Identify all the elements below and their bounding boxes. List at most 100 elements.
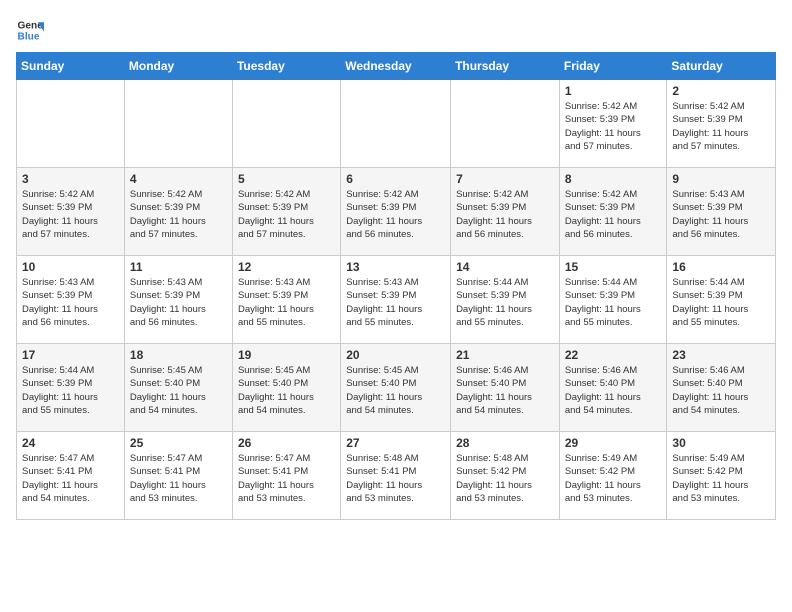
calendar-cell (232, 80, 340, 168)
day-header-monday: Monday (124, 53, 232, 80)
day-info: Sunrise: 5:42 AM Sunset: 5:39 PM Dayligh… (672, 100, 770, 153)
day-info: Sunrise: 5:48 AM Sunset: 5:41 PM Dayligh… (346, 452, 445, 505)
calendar-cell: 21 Sunrise: 5:46 AM Sunset: 5:40 PM Dayli… (451, 344, 560, 432)
day-number: 24 (22, 436, 119, 450)
calendar-cell: 1 Sunrise: 5:42 AM Sunset: 5:39 PM Daylig… (559, 80, 667, 168)
day-info: Sunrise: 5:44 AM Sunset: 5:39 PM Dayligh… (672, 276, 770, 329)
day-number: 14 (456, 260, 554, 274)
day-number: 20 (346, 348, 445, 362)
calendar-cell: 17 Sunrise: 5:44 AM Sunset: 5:39 PM Dayli… (17, 344, 125, 432)
calendar-cell: 9 Sunrise: 5:43 AM Sunset: 5:39 PM Daylig… (667, 168, 776, 256)
calendar-cell: 26 Sunrise: 5:47 AM Sunset: 5:41 PM Dayli… (232, 432, 340, 520)
day-number: 7 (456, 172, 554, 186)
logo-icon: General Blue (16, 16, 44, 44)
calendar-cell: 22Sunrise: 5:46 AM Sunset: 5:40 PM Dayli… (559, 344, 667, 432)
calendar-cell (341, 80, 451, 168)
day-number: 5 (238, 172, 335, 186)
day-info: Sunrise: 5:49 AM Sunset: 5:42 PM Dayligh… (672, 452, 770, 505)
calendar-cell: 28 Sunrise: 5:48 AM Sunset: 5:42 PM Dayli… (451, 432, 560, 520)
day-info: Sunrise: 5:49 AM Sunset: 5:42 PM Dayligh… (565, 452, 662, 505)
calendar-cell: 18Sunrise: 5:45 AM Sunset: 5:40 PM Dayli… (124, 344, 232, 432)
day-number: 26 (238, 436, 335, 450)
calendar-cell: 10 Sunrise: 5:43 AM Sunset: 5:39 PM Dayli… (17, 256, 125, 344)
day-info: Sunrise: 5:43 AM Sunset: 5:39 PM Dayligh… (130, 276, 227, 329)
day-header-wednesday: Wednesday (341, 53, 451, 80)
day-info: Sunrise: 5:42 AM Sunset: 5:39 PM Dayligh… (346, 188, 445, 241)
calendar-cell: 8Sunrise: 5:42 AM Sunset: 5:39 PM Daylig… (559, 168, 667, 256)
day-number: 18 (130, 348, 227, 362)
day-header-sunday: Sunday (17, 53, 125, 80)
day-info: Sunrise: 5:42 AM Sunset: 5:39 PM Dayligh… (238, 188, 335, 241)
day-info: Sunrise: 5:46 AM Sunset: 5:40 PM Dayligh… (672, 364, 770, 417)
logo: General Blue (16, 16, 44, 44)
calendar-cell (124, 80, 232, 168)
calendar-cell: 27 Sunrise: 5:48 AM Sunset: 5:41 PM Dayli… (341, 432, 451, 520)
day-header-saturday: Saturday (667, 53, 776, 80)
day-number: 1 (565, 84, 662, 98)
calendar-cell: 12 Sunrise: 5:43 AM Sunset: 5:39 PM Dayli… (232, 256, 340, 344)
calendar-table: SundayMondayTuesdayWednesdayThursdayFrid… (16, 52, 776, 520)
day-info: Sunrise: 5:42 AM Sunset: 5:39 PM Dayligh… (130, 188, 227, 241)
day-number: 9 (672, 172, 770, 186)
calendar-cell: 23Sunrise: 5:46 AM Sunset: 5:40 PM Dayli… (667, 344, 776, 432)
day-info: Sunrise: 5:47 AM Sunset: 5:41 PM Dayligh… (238, 452, 335, 505)
calendar-cell (451, 80, 560, 168)
day-header-tuesday: Tuesday (232, 53, 340, 80)
calendar-cell: 2 Sunrise: 5:42 AM Sunset: 5:39 PM Daylig… (667, 80, 776, 168)
calendar-cell: 19 Sunrise: 5:45 AM Sunset: 5:40 PM Dayli… (232, 344, 340, 432)
day-info: Sunrise: 5:46 AM Sunset: 5:40 PM Dayligh… (565, 364, 662, 417)
day-number: 3 (22, 172, 119, 186)
day-info: Sunrise: 5:42 AM Sunset: 5:39 PM Dayligh… (456, 188, 554, 241)
day-info: Sunrise: 5:44 AM Sunset: 5:39 PM Dayligh… (22, 364, 119, 417)
day-number: 25 (130, 436, 227, 450)
day-number: 2 (672, 84, 770, 98)
calendar-week-4: 17 Sunrise: 5:44 AM Sunset: 5:39 PM Dayli… (17, 344, 776, 432)
day-number: 21 (456, 348, 554, 362)
calendar-cell: 7 Sunrise: 5:42 AM Sunset: 5:39 PM Daylig… (451, 168, 560, 256)
calendar-cell (17, 80, 125, 168)
day-info: Sunrise: 5:45 AM Sunset: 5:40 PM Dayligh… (238, 364, 335, 417)
day-number: 12 (238, 260, 335, 274)
day-info: Sunrise: 5:44 AM Sunset: 5:39 PM Dayligh… (565, 276, 662, 329)
calendar-cell: 5 Sunrise: 5:42 AM Sunset: 5:39 PM Daylig… (232, 168, 340, 256)
day-info: Sunrise: 5:43 AM Sunset: 5:39 PM Dayligh… (346, 276, 445, 329)
day-info: Sunrise: 5:47 AM Sunset: 5:41 PM Dayligh… (130, 452, 227, 505)
day-info: Sunrise: 5:45 AM Sunset: 5:40 PM Dayligh… (346, 364, 445, 417)
day-info: Sunrise: 5:43 AM Sunset: 5:39 PM Dayligh… (238, 276, 335, 329)
calendar-cell: 15 Sunrise: 5:44 AM Sunset: 5:39 PM Dayli… (559, 256, 667, 344)
day-number: 6 (346, 172, 445, 186)
calendar-cell: 20 Sunrise: 5:45 AM Sunset: 5:40 PM Dayli… (341, 344, 451, 432)
calendar-cell: 25 Sunrise: 5:47 AM Sunset: 5:41 PM Dayli… (124, 432, 232, 520)
calendar-cell: 11 Sunrise: 5:43 AM Sunset: 5:39 PM Dayli… (124, 256, 232, 344)
day-number: 10 (22, 260, 119, 274)
page-header: General Blue (16, 16, 776, 44)
day-info: Sunrise: 5:46 AM Sunset: 5:40 PM Dayligh… (456, 364, 554, 417)
day-info: Sunrise: 5:43 AM Sunset: 5:39 PM Dayligh… (22, 276, 119, 329)
svg-text:Blue: Blue (18, 31, 40, 42)
day-info: Sunrise: 5:43 AM Sunset: 5:39 PM Dayligh… (672, 188, 770, 241)
calendar-cell: 14 Sunrise: 5:44 AM Sunset: 5:39 PM Dayli… (451, 256, 560, 344)
day-number: 16 (672, 260, 770, 274)
day-number: 11 (130, 260, 227, 274)
calendar-cell: 13Sunrise: 5:43 AM Sunset: 5:39 PM Dayli… (341, 256, 451, 344)
calendar-cell: 30Sunrise: 5:49 AM Sunset: 5:42 PM Dayli… (667, 432, 776, 520)
day-info: Sunrise: 5:48 AM Sunset: 5:42 PM Dayligh… (456, 452, 554, 505)
calendar-week-5: 24 Sunrise: 5:47 AM Sunset: 5:41 PM Dayli… (17, 432, 776, 520)
day-number: 19 (238, 348, 335, 362)
svg-text:General: General (18, 20, 44, 31)
day-number: 27 (346, 436, 445, 450)
day-number: 29 (565, 436, 662, 450)
calendar-body: 1 Sunrise: 5:42 AM Sunset: 5:39 PM Daylig… (17, 80, 776, 520)
day-header-friday: Friday (559, 53, 667, 80)
day-info: Sunrise: 5:44 AM Sunset: 5:39 PM Dayligh… (456, 276, 554, 329)
day-number: 4 (130, 172, 227, 186)
day-number: 15 (565, 260, 662, 274)
calendar-header-row: SundayMondayTuesdayWednesdayThursdayFrid… (17, 53, 776, 80)
day-number: 8 (565, 172, 662, 186)
calendar-cell: 4 Sunrise: 5:42 AM Sunset: 5:39 PM Daylig… (124, 168, 232, 256)
day-number: 28 (456, 436, 554, 450)
day-number: 17 (22, 348, 119, 362)
day-info: Sunrise: 5:42 AM Sunset: 5:39 PM Dayligh… (565, 100, 662, 153)
day-info: Sunrise: 5:47 AM Sunset: 5:41 PM Dayligh… (22, 452, 119, 505)
calendar-week-2: 3 Sunrise: 5:42 AM Sunset: 5:39 PM Daylig… (17, 168, 776, 256)
